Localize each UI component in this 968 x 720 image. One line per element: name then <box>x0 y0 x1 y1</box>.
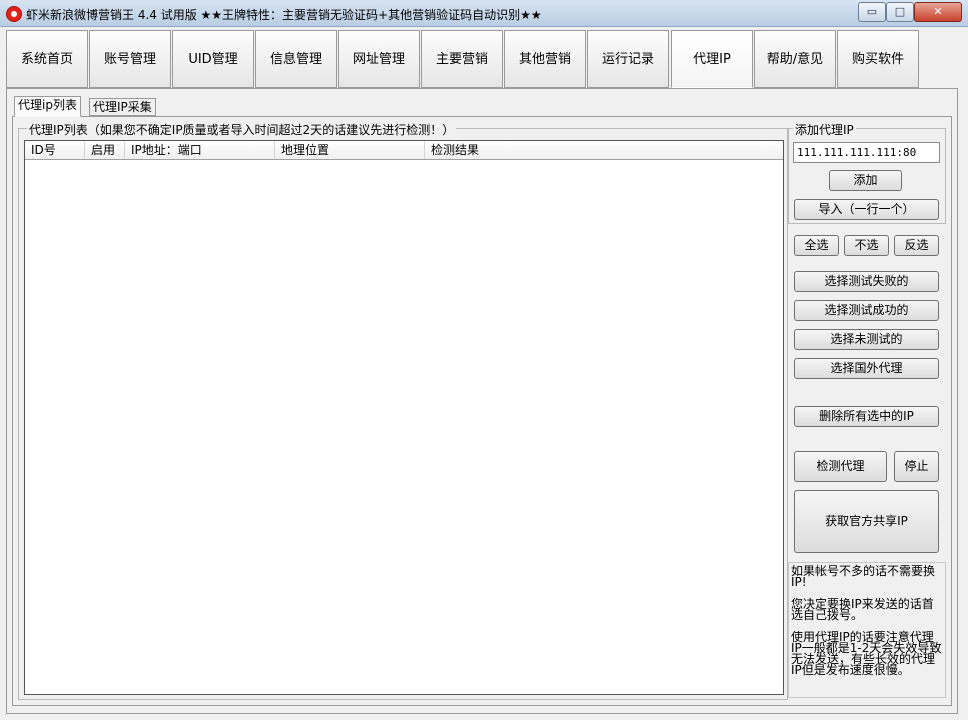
add-button[interactable]: 添加 <box>829 170 902 191</box>
select-none-button[interactable]: 不选 <box>844 235 889 256</box>
tab-account-management[interactable]: 账号管理 <box>89 30 171 88</box>
import-button[interactable]: 导入（一行一个） <box>794 199 939 220</box>
minimize-button[interactable]: ▭ <box>858 2 886 22</box>
proxy-list-group-label: 代理IP列表（如果您不确定IP质量或者导入时间超过2天的话建议先进行检测！） <box>27 121 457 138</box>
weibo-logo-icon <box>6 6 22 22</box>
tab-url-management[interactable]: 网址管理 <box>338 30 420 88</box>
invert-selection-button[interactable]: 反选 <box>894 235 939 256</box>
tab-system-home[interactable]: 系统首页 <box>6 30 88 88</box>
tip-line: 使用代理IP的话要注意代理IP一般都是1-2天会失效导致无法发送，有些长效的代理… <box>791 630 942 677</box>
column-check-result[interactable]: 检测结果 <box>425 141 781 159</box>
column-enabled[interactable]: 启用 <box>85 141 125 159</box>
close-button[interactable]: ✕ <box>914 2 962 22</box>
tab-run-log[interactable]: 运行记录 <box>587 30 669 88</box>
window-title: 虾米新浪微博营销王 4.4 试用版 ★★王牌特性：主要营销无验证码+其他营销验证… <box>26 8 542 22</box>
column-location[interactable]: 地理位置 <box>275 141 425 159</box>
column-ip-port[interactable]: IP地址：端口 <box>125 141 275 159</box>
check-proxy-button[interactable]: 检测代理 <box>794 451 887 482</box>
select-untested-button[interactable]: 选择未测试的 <box>794 329 939 350</box>
tab-help-feedback[interactable]: 帮助/意见 <box>754 30 836 88</box>
select-foreign-button[interactable]: 选择国外代理 <box>794 358 939 379</box>
subtab-proxy-list[interactable]: 代理ip列表 <box>14 96 81 117</box>
tab-main-marketing[interactable]: 主要营销 <box>421 30 503 88</box>
tip-line: 您决定要换IP来发送的话首选自己拨号。 <box>791 597 934 622</box>
delete-selected-button[interactable]: 删除所有选中的IP <box>794 406 939 427</box>
select-failed-button[interactable]: 选择测试失败的 <box>794 271 939 292</box>
tab-proxy-ip[interactable]: 代理IP <box>671 30 753 88</box>
get-official-ip-button[interactable]: 获取官方共享IP <box>794 490 939 553</box>
proxy-tips-text: 如果帐号不多的话不需要换IP! 您决定要换IP来发送的话首选自己拨号。 使用代理… <box>788 562 946 698</box>
title-bar: 虾米新浪微博营销王 4.4 试用版 ★★王牌特性：主要营销无验证码+其他营销验证… <box>0 0 968 27</box>
subtab-proxy-collect[interactable]: 代理IP采集 <box>89 98 156 116</box>
maximize-button[interactable]: □ <box>886 2 914 22</box>
proxy-list-view[interactable]: ID号 启用 IP地址：端口 地理位置 检测结果 <box>24 140 784 695</box>
stop-button[interactable]: 停止 <box>894 451 939 482</box>
tab-uid-management[interactable]: UID管理 <box>172 30 254 88</box>
select-succeeded-button[interactable]: 选择测试成功的 <box>794 300 939 321</box>
tab-buy-software[interactable]: 购买软件 <box>837 30 919 88</box>
add-proxy-group-label: 添加代理IP <box>793 121 856 138</box>
list-header: ID号 启用 IP地址：端口 地理位置 检测结果 <box>25 141 783 160</box>
column-id[interactable]: ID号 <box>25 141 85 159</box>
tab-other-marketing[interactable]: 其他营销 <box>504 30 586 88</box>
proxy-ip-input[interactable]: 111.111.111.111:80 <box>793 142 940 163</box>
tip-line: 如果帐号不多的话不需要换IP! <box>791 564 936 589</box>
tab-info-management[interactable]: 信息管理 <box>255 30 337 88</box>
select-all-button[interactable]: 全选 <box>794 235 839 256</box>
